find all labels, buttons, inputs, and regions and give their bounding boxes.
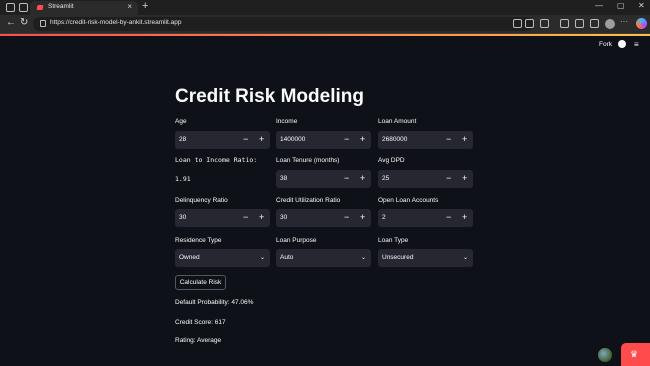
more-options-icon[interactable]: ···	[620, 17, 629, 26]
open-loan-accounts-value[interactable]: 2	[382, 214, 386, 221]
chevron-down-icon: ⌄	[259, 255, 265, 261]
income-input[interactable]: 1400000 − +	[276, 131, 371, 149]
tab-streamlit[interactable]: Streamlit ×	[30, 1, 138, 15]
loan-purpose-value: Auto	[280, 254, 294, 261]
age-increment-button[interactable]: +	[259, 134, 264, 144]
read-aloud-icon[interactable]	[525, 19, 534, 28]
fork-link[interactable]: Fork	[599, 41, 612, 48]
lock-icon	[40, 20, 46, 27]
rating-text: Rating: Average	[175, 337, 222, 344]
open-loan-accounts-input[interactable]: 2 − +	[378, 209, 473, 227]
browser-window: Streamlit × + — ▢ ✕ ← ↻ https://credit-r…	[0, 0, 650, 366]
delinquency-ratio-input[interactable]: 30 − +	[175, 209, 270, 227]
age-decrement-button[interactable]: −	[243, 134, 248, 144]
tab-strip: Streamlit × + — ▢ ✕	[0, 0, 650, 15]
profile-avatar[interactable]	[605, 19, 615, 29]
crown-icon: ♛	[630, 349, 639, 359]
favorites-icon[interactable]	[590, 19, 599, 28]
github-icon[interactable]	[618, 40, 626, 48]
credit-utilization-value[interactable]: 30	[280, 214, 287, 221]
income-decrement-button[interactable]: −	[344, 134, 349, 144]
open-loan-accounts-increment-button[interactable]: +	[462, 212, 467, 222]
credit-utilization-decrement-button[interactable]: −	[344, 212, 349, 222]
tab-close-icon[interactable]: ×	[127, 2, 132, 11]
new-tab-button[interactable]: +	[142, 0, 148, 12]
loan-amount-input[interactable]: 2680000 − +	[378, 131, 473, 149]
page-title: Credit Risk Modeling	[175, 86, 364, 107]
streamlit-header-decoration	[0, 34, 650, 36]
avg-dpd-input[interactable]: 25 − +	[378, 170, 473, 188]
loan-amount-value[interactable]: 2680000	[382, 136, 407, 143]
loan-to-income-label: Loan to Income Ratio:	[175, 156, 258, 164]
avg-dpd-value[interactable]: 25	[382, 175, 389, 182]
chevron-down-icon: ⌄	[462, 255, 468, 261]
credit-utilization-label: Credit Utilization Ratio	[276, 197, 341, 204]
tab-title: Streamlit	[48, 3, 74, 10]
residence-type-label: Residence Type	[175, 237, 222, 244]
age-value[interactable]: 28	[179, 136, 186, 143]
split-screen-icon[interactable]	[575, 19, 584, 28]
streamlit-favicon-icon	[36, 5, 44, 10]
loan-tenure-value[interactable]: 38	[280, 175, 287, 182]
delinquency-ratio-decrement-button[interactable]: −	[243, 212, 248, 222]
favorite-star-icon[interactable]	[540, 19, 549, 28]
loan-amount-increment-button[interactable]: +	[462, 134, 467, 144]
avg-dpd-decrement-button[interactable]: −	[446, 173, 451, 183]
url-text: https://credit-risk-model-by-ankit.strea…	[50, 19, 182, 26]
residence-type-value: Owned	[179, 254, 200, 261]
loan-amount-label: Loan Amount	[378, 118, 417, 125]
avg-dpd-label: Avg DPD	[378, 157, 405, 164]
chevron-down-icon: ⌄	[360, 255, 366, 261]
credit-utilization-increment-button[interactable]: +	[360, 212, 365, 222]
age-input[interactable]: 28 − +	[175, 131, 270, 149]
extension-icon[interactable]	[560, 19, 569, 28]
age-label: Age	[175, 118, 187, 125]
loan-tenure-increment-button[interactable]: +	[360, 173, 365, 183]
browser-toolbar: ← ↻ https://credit-risk-model-by-ankit.s…	[0, 15, 650, 34]
loan-tenure-label: Loan Tenure (months)	[276, 157, 340, 164]
main-menu-icon[interactable]: ≡	[634, 40, 639, 49]
income-increment-button[interactable]: +	[360, 134, 365, 144]
income-value[interactable]: 1400000	[280, 136, 305, 143]
default-probability-text: Default Probability: 47.06%	[175, 299, 254, 306]
open-loan-accounts-label: Open Loan Accounts	[378, 197, 439, 204]
loan-type-select[interactable]: Unsecured ⌄	[378, 249, 473, 267]
loan-type-label: Loan Type	[378, 237, 409, 244]
reload-button[interactable]: ↻	[20, 17, 28, 28]
loan-purpose-label: Loan Purpose	[276, 237, 317, 244]
maximize-button[interactable]: ▢	[617, 1, 625, 10]
user-avatar[interactable]	[598, 348, 612, 362]
minimize-button[interactable]: —	[595, 1, 603, 10]
workspaces-icon[interactable]	[6, 3, 15, 12]
streamlit-badge[interactable]: ♛	[621, 343, 650, 366]
credit-utilization-input[interactable]: 30 − +	[276, 209, 371, 227]
loan-purpose-select[interactable]: Auto ⌄	[276, 249, 371, 267]
loan-type-value: Unsecured	[382, 254, 414, 261]
loan-tenure-decrement-button[interactable]: −	[344, 173, 349, 183]
copilot-icon[interactable]	[636, 18, 647, 29]
delinquency-ratio-increment-button[interactable]: +	[259, 212, 264, 222]
calculate-risk-button[interactable]: Calculate Risk	[175, 275, 226, 290]
loan-to-income-value: 1.91	[175, 175, 191, 183]
close-window-button[interactable]: ✕	[638, 1, 645, 10]
back-button[interactable]: ←	[6, 17, 16, 28]
credit-score-text: Credit Score: 617	[175, 319, 226, 326]
delinquency-ratio-value[interactable]: 30	[179, 214, 186, 221]
address-bar[interactable]: https://credit-risk-model-by-ankit.strea…	[33, 17, 533, 31]
avg-dpd-increment-button[interactable]: +	[462, 173, 467, 183]
income-label: Income	[276, 118, 298, 125]
open-loan-accounts-decrement-button[interactable]: −	[446, 212, 451, 222]
app-available-icon[interactable]	[513, 19, 522, 28]
tab-actions-icon[interactable]	[19, 3, 28, 12]
loan-amount-decrement-button[interactable]: −	[446, 134, 451, 144]
loan-tenure-input[interactable]: 38 − +	[276, 170, 371, 188]
residence-type-select[interactable]: Owned ⌄	[175, 249, 270, 267]
delinquency-ratio-label: Delinquency Ratio	[175, 197, 228, 204]
